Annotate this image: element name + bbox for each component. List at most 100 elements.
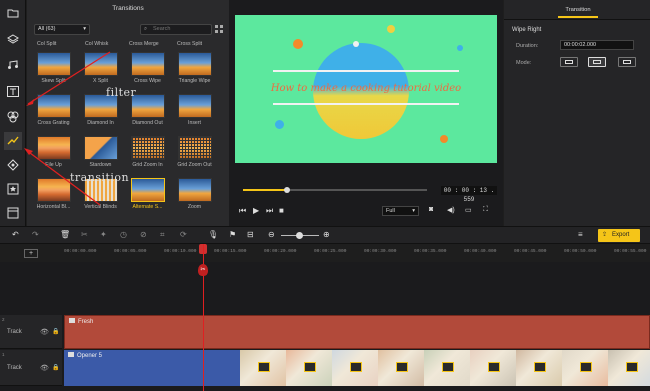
transition-name-label: Diamond Out: [132, 120, 163, 126]
split-icon[interactable]: ⊘: [140, 230, 147, 239]
track-number: 2: [2, 317, 5, 322]
track-label: Track: [7, 365, 22, 371]
marker-icon[interactable]: ⚑: [229, 230, 236, 239]
decor-dot: [387, 25, 395, 33]
overlay-icon[interactable]: [4, 180, 22, 198]
redo-icon[interactable]: ↷: [32, 230, 39, 239]
fit-icon[interactable]: ⊟: [247, 230, 254, 239]
media-folder-icon[interactable]: [4, 4, 22, 22]
speed-icon[interactable]: ◷: [120, 230, 127, 239]
transition-tile[interactable]: File Up: [31, 136, 76, 168]
frame-camera-glyph: [442, 362, 454, 372]
crop-icon[interactable]: ⌗: [160, 230, 165, 240]
transition-grid: Col Split Col Whisk Cross Merge Cross Sp…: [31, 38, 217, 224]
fullscreen-icon[interactable]: ⛶: [483, 206, 488, 214]
playback-progress-bar[interactable]: [243, 187, 427, 193]
filter-icon[interactable]: [4, 108, 22, 126]
zoom-slider-handle[interactable]: [296, 232, 303, 239]
export-button[interactable]: ⇪ Export: [598, 229, 640, 242]
transition-tile[interactable]: Stardown: [78, 136, 123, 168]
prev-frame-icon[interactable]: ⏮: [239, 206, 246, 216]
zoom-out-icon[interactable]: ⊖: [268, 230, 275, 239]
transition-name-label: Alternate S...: [132, 204, 163, 210]
clip-fresh[interactable]: Fresh: [64, 315, 650, 349]
stop-icon[interactable]: ■: [279, 206, 284, 215]
duration-field[interactable]: 00:00:02.000: [560, 40, 634, 50]
screen-icon[interactable]: ▭: [465, 206, 472, 214]
transition-name-label: Grid Zoom In: [132, 162, 163, 168]
category-select[interactable]: All (63) ▾: [34, 24, 90, 35]
transition-tile[interactable]: Grid Zoom Out: [172, 136, 217, 168]
transition-tile[interactable]: Alternate S...: [125, 178, 170, 210]
settings-sliders-icon[interactable]: ≡: [578, 230, 583, 239]
lock-icon[interactable]: 🔒: [52, 364, 59, 371]
mode-option-left[interactable]: [560, 57, 578, 67]
preview-screen[interactable]: How to make a cooking tutorial video: [235, 15, 497, 163]
transition-name: Wipe Right: [512, 27, 542, 33]
snapshot-icon[interactable]: ◙: [429, 206, 433, 213]
grid-view-icon[interactable]: [215, 25, 223, 35]
transition-tile[interactable]: Zoom: [172, 178, 217, 210]
playback-progress-handle[interactable]: [284, 187, 291, 193]
transition-tile[interactable]: Grid Zoom In: [125, 136, 170, 168]
tile-label[interactable]: Cross Split: [177, 41, 202, 47]
video-clip-filmstrip[interactable]: [240, 350, 650, 386]
eye-icon[interactable]: 👁: [40, 328, 49, 336]
mode-option-center[interactable]: [588, 57, 606, 67]
mode-option-right[interactable]: [618, 57, 636, 67]
transitions-library: Transitions All (63) ▾ ⌕ Search Col Spli…: [27, 0, 255, 226]
transition-name-label: Grid Zoom Out: [177, 162, 212, 168]
split-scissors-icon[interactable]: ✂: [198, 264, 208, 276]
transition-tile[interactable]: Insert: [172, 94, 217, 126]
transition-tile[interactable]: Cross Grating: [31, 94, 76, 126]
transition-tile[interactable]: Skew Split: [31, 52, 76, 84]
play-icon[interactable]: ▶: [253, 206, 259, 215]
delete-icon[interactable]: 🗑: [60, 230, 70, 239]
add-track-button[interactable]: +: [24, 249, 38, 258]
video-title-text: How to make a cooking tutorial video: [270, 83, 462, 94]
frame-camera-glyph: [350, 362, 362, 372]
search-input[interactable]: ⌕ Search: [140, 24, 212, 35]
transition-thumbnail: [177, 136, 212, 160]
elements-icon[interactable]: [4, 156, 22, 174]
transition-thumbnail: [36, 94, 71, 118]
library-title: Transitions: [112, 5, 144, 12]
tile-label[interactable]: Col Split: [37, 41, 56, 47]
track-header-1: 1 Track 👁 🔒: [0, 350, 62, 386]
tab-transition[interactable]: Transition: [558, 3, 598, 18]
clip-name: Opener 5: [68, 352, 102, 359]
volume-icon[interactable]: ◀): [447, 206, 455, 214]
eye-icon[interactable]: 👁: [40, 364, 49, 372]
transition-name-label: X Split: [93, 78, 108, 84]
filmstrip-frame: [332, 350, 382, 386]
record-mic-icon[interactable]: 🎙: [208, 230, 218, 239]
transition-thumbnail: [36, 52, 71, 76]
cut-icon[interactable]: ✂: [81, 230, 88, 239]
text-icon[interactable]: [4, 82, 22, 100]
timecode-display: 00 : 00 : 13 . 559: [441, 186, 497, 203]
preview-panel: How to make a cooking tutorial video 00 …: [229, 0, 503, 226]
transition-thumbnail: [36, 178, 71, 202]
clip-opener[interactable]: Opener 5: [64, 350, 240, 386]
timeline-ruler[interactable]: + 00:00:00.000 00:00:05.000 00:00:10.000 00…: [0, 244, 650, 262]
next-frame-icon[interactable]: ⏭: [266, 206, 273, 216]
transition-tile[interactable]: Triangle Wipe: [172, 52, 217, 84]
pin-icon[interactable]: ✦: [100, 230, 107, 239]
category-select-value: All (63): [38, 26, 56, 32]
transition-tile[interactable]: X Split: [78, 52, 123, 84]
tile-label[interactable]: Col Whisk: [85, 41, 108, 47]
preview-zoom-select[interactable]: Full ▾: [382, 206, 419, 216]
audio-icon[interactable]: [4, 56, 22, 74]
transition-icon[interactable]: [4, 132, 22, 150]
layers-icon[interactable]: [4, 30, 22, 48]
zoom-in-icon[interactable]: ⊕: [323, 230, 330, 239]
transition-name-label: Skew Split: [41, 78, 66, 84]
rotate-icon[interactable]: ⟳: [180, 230, 187, 239]
ruler-tick-label: 00:00:15.000: [214, 249, 247, 254]
undo-icon[interactable]: ↶: [12, 230, 19, 239]
template-icon[interactable]: [4, 204, 22, 222]
lock-icon[interactable]: 🔒: [52, 328, 59, 335]
transition-tile[interactable]: Cross Wipe: [125, 52, 170, 84]
transition-thumbnail: [177, 94, 212, 118]
tile-label[interactable]: Cross Merge: [129, 41, 159, 47]
